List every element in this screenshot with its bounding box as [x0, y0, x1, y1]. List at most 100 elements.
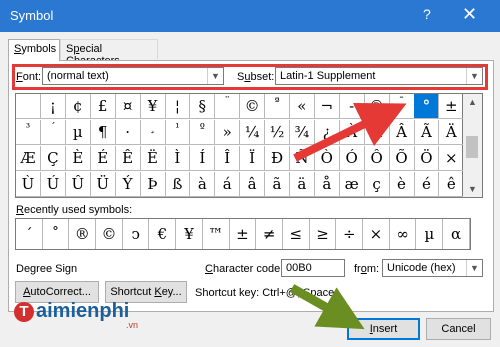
symbol-cell[interactable]: Õ — [389, 146, 415, 171]
symbol-cell[interactable]: á — [215, 172, 241, 197]
cancel-button[interactable]: Cancel — [426, 318, 491, 340]
recent-symbol-cell[interactable]: ± — [230, 219, 257, 249]
symbol-cell[interactable]: È — [65, 146, 91, 171]
symbol-cell[interactable]: Ã — [414, 120, 440, 145]
recent-symbol-cell[interactable]: ® — [69, 219, 97, 249]
symbol-cell[interactable]: Þ — [140, 172, 166, 197]
symbol-cell[interactable]: ¢ — [65, 94, 91, 119]
symbol-cell[interactable]: ´ — [40, 120, 66, 145]
recent-symbol-cell[interactable]: ∞ — [390, 219, 417, 249]
symbol-cell-selected[interactable]: ° — [414, 94, 440, 119]
symbol-cell[interactable]: Ö — [414, 146, 440, 171]
symbol-cell[interactable]: Ì — [165, 146, 191, 171]
symbol-cell[interactable]: ç — [364, 172, 390, 197]
symbol-cell[interactable]: Ó — [339, 146, 365, 171]
recent-symbol-cell[interactable]: ™ — [203, 219, 230, 249]
scrollbar-thumb[interactable] — [466, 136, 478, 158]
symbol-cell[interactable]: ã — [265, 172, 290, 197]
symbol-cell[interactable]: Ä — [439, 120, 465, 145]
symbol-cell[interactable]: Â — [389, 120, 415, 145]
symbol-cell[interactable]: ¾ — [289, 120, 315, 145]
symbol-cell[interactable]: ª — [265, 94, 290, 119]
character-code-field[interactable]: 00B0 — [281, 259, 345, 277]
recent-symbol-cell[interactable]: α — [443, 219, 470, 249]
symbol-cell[interactable]: Ñ — [289, 146, 315, 171]
symbol-cell[interactable]: â — [240, 172, 266, 197]
symbol-cell[interactable]: Ð — [265, 146, 290, 171]
symbol-cell[interactable]: ¹ — [165, 120, 191, 145]
symbol-cell[interactable]: ß — [165, 172, 191, 197]
symbol-cell[interactable]: Ï — [240, 146, 266, 171]
symbol-cell[interactable]: ê — [439, 172, 465, 197]
symbol-cell[interactable]: Ë — [140, 146, 166, 171]
tab-special-characters[interactable]: Special Characters — [60, 39, 158, 67]
symbol-cell[interactable]: ³ — [16, 120, 41, 145]
recent-symbol-cell[interactable]: ≠ — [256, 219, 283, 249]
symbol-cell[interactable]: Æ — [16, 146, 41, 171]
scroll-down-icon[interactable]: ▼ — [468, 184, 477, 194]
symbol-cell[interactable]: Î — [215, 146, 241, 171]
recent-symbol-cell[interactable]: ¥ — [176, 219, 203, 249]
symbol-cell[interactable]: é — [414, 172, 440, 197]
close-icon[interactable]: ✕ — [462, 4, 477, 25]
symbol-cell[interactable]: à — [190, 172, 216, 197]
symbol-cell[interactable]: ® — [364, 94, 390, 119]
symbol-cell[interactable]: è — [389, 172, 415, 197]
symbol-cell[interactable]: × — [439, 146, 465, 171]
symbol-cell[interactable]: ¼ — [240, 120, 266, 145]
symbol-cell[interactable]: » — [215, 120, 241, 145]
recent-symbol-cell[interactable]: € — [150, 219, 177, 249]
symbol-cell[interactable]: Ò — [314, 146, 340, 171]
recent-symbol-cell[interactable]: ↄ — [123, 219, 150, 249]
scroll-up-icon[interactable]: ▲ — [468, 97, 477, 107]
symbol-cell[interactable]: ¡ — [40, 94, 66, 119]
symbol-cell[interactable]: Ê — [115, 146, 141, 171]
symbol-cell[interactable]: ½ — [265, 120, 290, 145]
symbol-cell[interactable]: Ý — [115, 172, 141, 197]
symbol-cell[interactable]: Ô — [364, 146, 390, 171]
symbol-cell[interactable]: µ — [65, 120, 91, 145]
symbol-cell[interactable]: Û — [65, 172, 91, 197]
symbol-cell[interactable]: Ù — [16, 172, 41, 197]
recent-symbol-cell[interactable]: ´ — [16, 219, 43, 249]
symbol-cell[interactable]: æ — [339, 172, 365, 197]
symbol-cell[interactable]: Í — [190, 146, 216, 171]
recent-symbol-cell[interactable]: × — [363, 219, 390, 249]
tab-symbols[interactable]: Symbols — [8, 39, 60, 61]
symbol-cell[interactable]: À — [339, 120, 365, 145]
insert-button[interactable]: Insert — [347, 318, 420, 340]
symbol-cell[interactable] — [16, 94, 41, 119]
symbol-cell[interactable]: ä — [289, 172, 315, 197]
symbol-cell[interactable]: ¤ — [115, 94, 141, 119]
symbol-cell[interactable]: ¦ — [165, 94, 191, 119]
symbol-cell[interactable]: · — [115, 120, 141, 145]
symbol-cell[interactable]: § — [190, 94, 216, 119]
help-icon[interactable]: ? — [423, 6, 431, 22]
symbol-cell[interactable]: ¥ — [140, 94, 166, 119]
symbol-cell[interactable]: ± — [439, 94, 465, 119]
recent-symbol-cell[interactable]: ≤ — [283, 219, 310, 249]
recent-symbol-cell[interactable]: ˚ — [43, 219, 70, 249]
symbol-cell[interactable]: - — [339, 94, 365, 119]
from-dropdown[interactable]: Unicode (hex) ▼ — [382, 259, 483, 277]
symbol-cell[interactable]: É — [90, 146, 116, 171]
symbol-cell[interactable]: ¸ — [140, 120, 166, 145]
symbol-cell[interactable]: © — [240, 94, 266, 119]
symbol-cell[interactable]: ¿ — [314, 120, 340, 145]
symbol-cell[interactable]: ¨ — [215, 94, 241, 119]
symbol-cell[interactable]: ¬ — [314, 94, 340, 119]
symbol-cell[interactable]: £ — [90, 94, 116, 119]
symbol-cell[interactable]: ¶ — [90, 120, 116, 145]
recent-symbol-cell[interactable]: ≥ — [310, 219, 337, 249]
symbol-cell[interactable]: Á — [364, 120, 390, 145]
symbol-grid-scrollbar[interactable]: ▲ ▼ — [463, 93, 483, 198]
symbol-cell[interactable]: º — [190, 120, 216, 145]
symbol-cell[interactable]: « — [289, 94, 315, 119]
symbol-cell[interactable]: Ú — [40, 172, 66, 197]
symbol-cell[interactable]: Ç — [40, 146, 66, 171]
symbol-cell[interactable]: ¯ — [389, 94, 415, 119]
recent-symbol-cell[interactable]: ÷ — [336, 219, 364, 249]
symbol-cell[interactable]: å — [314, 172, 340, 197]
recent-symbol-cell[interactable]: µ — [417, 219, 444, 249]
symbol-cell[interactable]: Ü — [90, 172, 116, 197]
